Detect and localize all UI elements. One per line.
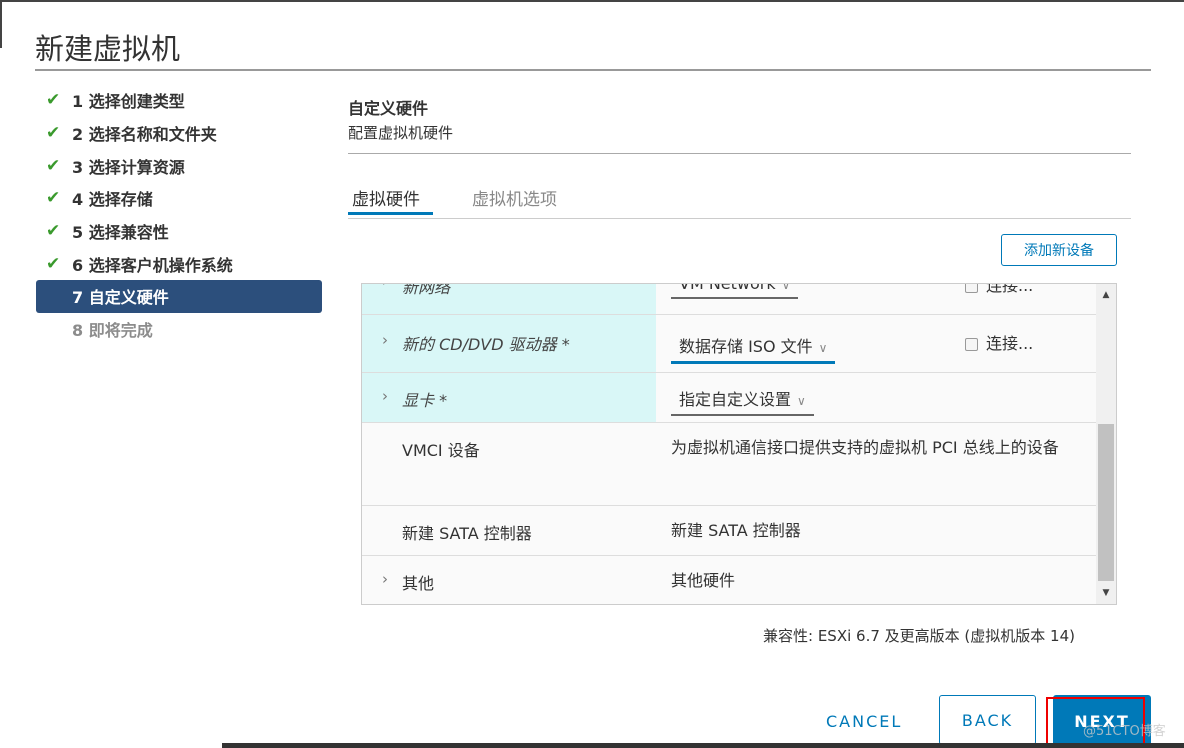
step-label: 3 选择计算资源	[72, 157, 185, 177]
active-tab-indicator	[348, 212, 433, 215]
section-title: 自定义硬件	[348, 99, 429, 118]
hardware-row-network[interactable]: › 新网络 VM Network ∨ 连接...	[362, 283, 1097, 315]
checkbox-icon	[965, 338, 978, 351]
step-label: 7 自定义硬件	[72, 288, 169, 308]
taskbar-edge	[222, 743, 1184, 748]
scroll-down-icon[interactable]: ▼	[1096, 588, 1116, 598]
step-label: 8 即将完成	[72, 321, 153, 341]
connect-checkbox[interactable]: 连接...	[965, 330, 1033, 354]
chevron-right-icon[interactable]: ›	[382, 284, 388, 290]
select-value: 指定自定义设置	[679, 390, 792, 409]
scrollbar[interactable]: ▲ ▼	[1096, 284, 1116, 604]
window-border-left	[0, 0, 2, 48]
row-value: 其他硬件	[671, 571, 736, 590]
step-8: 8 即将完成	[36, 313, 322, 346]
select-value: VM Network	[679, 283, 776, 293]
checkbox-label: 连接...	[986, 283, 1034, 295]
chevron-down-icon: ∨	[818, 341, 828, 355]
divider	[35, 69, 1151, 71]
step-7[interactable]: 7 自定义硬件	[36, 280, 322, 313]
divider	[348, 218, 1131, 219]
row-label: 新网络	[402, 283, 451, 297]
check-icon: ✔	[46, 155, 61, 176]
check-icon: ✔	[46, 123, 61, 144]
cancel-button[interactable]: CANCEL	[826, 712, 902, 731]
hardware-list: › 新网络 VM Network ∨ 连接... › 新的 CD/DVD 驱动器 * …	[361, 283, 1117, 605]
hardware-row-other[interactable]: › 其他 其他硬件	[362, 556, 1097, 604]
section-subtitle: 配置虚拟机硬件	[348, 124, 454, 142]
window-border	[0, 0, 1184, 2]
chevron-right-icon[interactable]: ›	[382, 331, 388, 349]
dialog-title: 新建虚拟机	[35, 32, 181, 66]
check-icon: ✔	[46, 188, 61, 209]
checkbox-icon	[965, 284, 978, 293]
back-button[interactable]: BACK	[939, 695, 1036, 745]
connect-checkbox[interactable]: 连接...	[965, 283, 1034, 296]
hardware-row-cd-dvd[interactable]: › 新的 CD/DVD 驱动器 * 数据存储 ISO 文件 ∨ 连接...	[362, 315, 1097, 373]
step-2[interactable]: ✔ 2 选择名称和文件夹	[36, 117, 322, 150]
step-5[interactable]: ✔ 5 选择兼容性	[36, 215, 322, 248]
tab-virtual-hardware[interactable]: 虚拟硬件	[352, 185, 420, 210]
step-label: 2 选择名称和文件夹	[72, 125, 217, 145]
chevron-right-icon[interactable]: ›	[382, 570, 388, 588]
step-3[interactable]: ✔ 3 选择计算资源	[36, 149, 322, 182]
row-label: 新的 CD/DVD 驱动器 *	[402, 335, 570, 354]
chevron-right-icon[interactable]: ›	[382, 387, 388, 405]
row-value: 为虚拟机通信接口提供支持的虚拟机 PCI 总线上的设备	[671, 438, 1059, 457]
checkbox-label: 连接...	[986, 334, 1034, 353]
row-value: 新建 SATA 控制器	[671, 521, 801, 540]
wizard-steps: ✔ 1 选择创建类型 ✔ 2 选择名称和文件夹 ✔ 3 选择计算资源 ✔ 4 选择存储 …	[36, 84, 322, 346]
watermark: @51CTO博客	[1083, 724, 1166, 739]
row-label: 新建 SATA 控制器	[402, 524, 532, 543]
check-icon: ✔	[46, 90, 61, 111]
compatibility-text: 兼容性: ESXi 6.7 及更高版本 (虚拟机版本 14)	[763, 627, 1075, 645]
scroll-up-icon[interactable]: ▲	[1096, 290, 1116, 300]
step-4[interactable]: ✔ 4 选择存储	[36, 182, 322, 215]
chevron-down-icon: ∨	[797, 394, 806, 408]
scrollbar-thumb[interactable]	[1098, 424, 1114, 581]
video-card-select[interactable]: 指定自定义设置 ∨	[671, 386, 814, 416]
row-label: 显卡 *	[402, 391, 448, 410]
step-6[interactable]: ✔ 6 选择客户机操作系统	[36, 247, 322, 280]
hardware-row-video-card[interactable]: › 显卡 * 指定自定义设置 ∨	[362, 373, 1097, 423]
step-label: 6 选择客户机操作系统	[72, 255, 233, 275]
step-label: 4 选择存储	[72, 190, 153, 210]
step-label: 1 选择创建类型	[72, 92, 185, 112]
cd-dvd-source-select[interactable]: 数据存储 ISO 文件 ∨	[671, 333, 836, 364]
select-value: 数据存储 ISO 文件	[679, 337, 813, 356]
step-1[interactable]: ✔ 1 选择创建类型	[36, 84, 322, 117]
tab-vm-options[interactable]: 虚拟机选项	[472, 185, 557, 210]
add-device-button[interactable]: 添加新设备	[1001, 234, 1117, 266]
row-label: 其他	[402, 574, 435, 593]
check-icon: ✔	[46, 253, 61, 274]
check-icon: ✔	[46, 221, 61, 242]
divider	[348, 153, 1131, 154]
chevron-down-icon: ∨	[781, 283, 791, 292]
network-select[interactable]: VM Network ∨	[671, 283, 799, 299]
step-label: 5 选择兼容性	[72, 223, 169, 243]
hardware-row-vmci: VMCI 设备 为虚拟机通信接口提供支持的虚拟机 PCI 总线上的设备	[362, 423, 1097, 506]
hardware-row-sata: 新建 SATA 控制器 新建 SATA 控制器	[362, 506, 1097, 556]
row-label: VMCI 设备	[402, 441, 480, 460]
